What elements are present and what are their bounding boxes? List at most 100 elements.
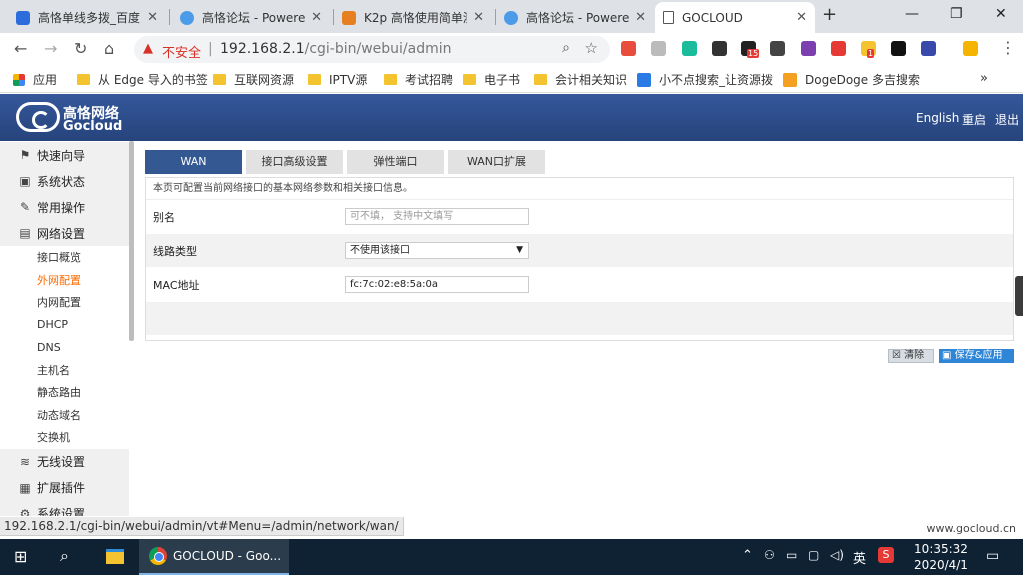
bookmark-item[interactable]: 互联网资源: [213, 71, 294, 88]
input-language[interactable]: 英: [853, 548, 866, 567]
forward-arrow-icon[interactable]: →: [44, 39, 57, 58]
screenshot-ext-icon[interactable]: [921, 41, 936, 56]
back-arrow-icon[interactable]: ←: [14, 39, 27, 58]
sidebar-item[interactable]: 交换机: [0, 426, 129, 449]
close-tab-icon[interactable]: ✕: [147, 10, 158, 25]
notification-center-icon[interactable]: ▭: [986, 548, 999, 564]
save-apply-button[interactable]: ▣ 保存&应用: [939, 349, 1014, 363]
volume-icon[interactable]: ◁): [830, 548, 844, 562]
network-status-icon[interactable]: ⚇: [764, 548, 775, 562]
sidebar-group-label: 系统设置: [37, 507, 86, 516]
browser-tab-4[interactable]: 高恪论坛 - Powered ✕: [496, 2, 654, 33]
sidebar-item[interactable]: 静态路由: [0, 381, 129, 404]
bookmark-item[interactable]: 电子书: [463, 71, 520, 88]
alias-input[interactable]: 可不填， 支持中文填写: [345, 208, 529, 225]
sidebar-group-wifi[interactable]: ≋ 无线设置: [0, 448, 129, 475]
bookmark-item[interactable]: 小不点搜索_让资源拨: [637, 71, 773, 88]
sidebar-item[interactable]: 动态域名: [0, 404, 129, 427]
infinity-ext-icon[interactable]: [621, 41, 636, 56]
content-tab[interactable]: 弹性端口: [347, 150, 444, 174]
sidebar-group-network[interactable]: ▤ 网络设置: [0, 220, 129, 246]
close-tab-icon[interactable]: ✕: [311, 10, 322, 25]
footer-website[interactable]: www.gocloud.cn: [927, 522, 1017, 535]
extension-badge: 15: [747, 49, 760, 58]
sidebar-group-monitor[interactable]: ▣ 系统状态: [0, 168, 129, 194]
site-favicon-icon: [783, 72, 797, 87]
sticky-ext-icon[interactable]: 1: [861, 41, 876, 58]
close-window-icon[interactable]: ✕: [995, 6, 1007, 22]
new-tab-button[interactable]: +: [822, 4, 837, 25]
sidebar-group-settings[interactable]: ⚙ 系统设置: [0, 500, 129, 517]
language-english-link[interactable]: English: [916, 111, 959, 125]
sidebar-item[interactable]: 外网配置: [0, 269, 129, 292]
content-tab[interactable]: WAN: [145, 150, 242, 174]
bookmark-item[interactable]: 从 Edge 导入的书签: [77, 71, 208, 88]
bookmark-item[interactable]: 会计相关知识: [534, 71, 627, 88]
sidebar-group-plugin[interactable]: ▦ 扩展插件: [0, 474, 129, 501]
display-icon[interactable]: ▢: [808, 548, 819, 562]
browser-tab-active[interactable]: GOCLOUD ✕: [655, 2, 815, 33]
zoom-search-icon[interactable]: ⌕: [562, 40, 570, 56]
close-tab-icon[interactable]: ✕: [473, 10, 484, 25]
sidebar-item[interactable]: DHCP: [0, 314, 129, 337]
browser-tab-3[interactable]: K2p 高恪使用简单测 ✕: [334, 2, 492, 33]
bookmark-label: IPTV源: [329, 73, 368, 87]
search-icon[interactable]: ⌕: [60, 546, 69, 566]
onenote-ext-icon[interactable]: [801, 41, 816, 56]
sidebar-group-signpost[interactable]: ⚑ 快速向导: [0, 142, 129, 168]
battery-icon[interactable]: ▭: [786, 548, 797, 562]
close-tab-icon[interactable]: ✕: [796, 10, 807, 25]
file-explorer-icon[interactable]: [106, 549, 124, 564]
download-ext-icon[interactable]: [891, 41, 906, 56]
s-ext-icon[interactable]: [682, 41, 697, 56]
tampermonkey-ext-icon[interactable]: [712, 41, 727, 56]
reboot-link[interactable]: 重启: [962, 111, 986, 128]
sidebar-group-wrench[interactable]: ✎ 常用操作: [0, 194, 129, 220]
logout-link[interactable]: 退出: [995, 111, 1019, 128]
bookmark-star-icon[interactable]: ☆: [585, 39, 598, 57]
c-ext-icon[interactable]: [831, 41, 846, 56]
settings-icon: ⚙: [19, 506, 31, 517]
content-tab[interactable]: WAN口扩展: [448, 150, 545, 174]
reload-icon[interactable]: ↻: [74, 39, 87, 58]
line-type-select[interactable]: 不使用该接口 ▼: [345, 242, 529, 259]
content-tab[interactable]: 接口高级设置: [246, 150, 343, 174]
status-bar: 192.168.2.1/cgi-bin/webui/admin/vt#Menu=…: [0, 517, 1023, 539]
tab-title: K2p 高恪使用简单测: [364, 11, 468, 25]
sidebar-scrollbar[interactable]: [129, 141, 134, 341]
sidebar-item[interactable]: 内网配置: [0, 291, 129, 314]
mac-address-input[interactable]: fc:7c:02:e8:5a:0a: [345, 276, 529, 293]
bookmark-item[interactable]: 考试招聘: [384, 71, 453, 88]
minimize-icon[interactable]: —: [905, 6, 919, 22]
taskbar-chrome-app[interactable]: GOCLOUD - Goo...: [139, 539, 289, 575]
content-tabs: WAN 接口高级设置 弹性端口 WAN口扩展: [145, 150, 1014, 174]
wifi-icon: ≋: [19, 454, 31, 469]
bookmark-item[interactable]: IPTV源: [308, 71, 367, 88]
browser-tab-2[interactable]: 高恪论坛 - Powered ✕: [172, 2, 330, 33]
mask-ext-icon[interactable]: [770, 41, 785, 56]
avatar-ext-icon[interactable]: [963, 41, 978, 56]
home-icon[interactable]: ⌂: [104, 39, 114, 58]
windows-start-icon[interactable]: ⊞: [14, 547, 27, 566]
sidebar-group-label: 常用操作: [37, 200, 86, 215]
sidebar-item[interactable]: 接口概览: [0, 246, 129, 269]
maximize-icon[interactable]: ❐: [950, 6, 963, 22]
bookmark-item[interactable]: DogeDoge 多吉搜索: [783, 71, 920, 88]
tray-expand-icon[interactable]: ⌃: [742, 548, 753, 563]
close-tab-icon[interactable]: ✕: [635, 10, 646, 25]
system-clock[interactable]: 10:35:32 2020/4/1: [906, 541, 976, 573]
app-header: 高恪网络 Gocloud English 重启 退出: [0, 94, 1023, 141]
bookmark-item[interactable]: 应用: [13, 71, 57, 88]
cloud-ext-icon[interactable]: [651, 41, 666, 56]
address-bar[interactable]: ▲ 不安全 | 192.168.2.1/cgi-bin/webui/admin …: [134, 36, 610, 63]
menu-kebab-icon[interactable]: ⋮: [1000, 38, 1016, 57]
sogou-ime-icon[interactable]: S: [878, 547, 894, 563]
more-bookmarks-button[interactable]: »: [980, 71, 988, 86]
clear-button[interactable]: ☒ 清除: [888, 349, 934, 363]
sidebar-item[interactable]: 主机名: [0, 359, 129, 382]
counter-ext-icon[interactable]: 15: [741, 41, 760, 58]
page-scrollbar[interactable]: [1015, 276, 1023, 316]
sidebar-item[interactable]: DNS: [0, 336, 129, 359]
browser-tab-1[interactable]: 高恪单线多拨_百度 ✕: [8, 2, 166, 33]
bookmark-label: 从 Edge 导入的书签: [98, 73, 208, 87]
